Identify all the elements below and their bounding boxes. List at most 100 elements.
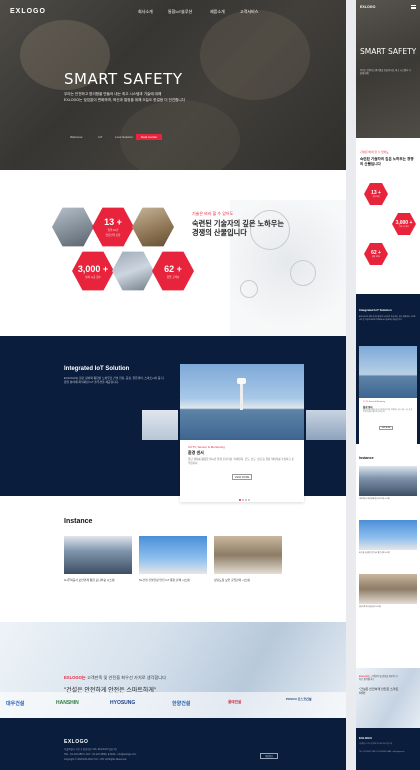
hex-photo	[112, 251, 154, 291]
mobile-partner-line1: EXLOGO는 고객만족 및 안전을 최우선 가치로 생각합니다	[359, 676, 399, 682]
hamburger-menu-icon[interactable]	[411, 5, 416, 10]
hex-stat-years: 13 + 업력 10년 전문인력 보유	[92, 207, 134, 247]
iot-description: EXLOGO는 첨단 장비와 통합된 노하우로 건설 현장, 공장, 물류센터,…	[64, 376, 164, 385]
stat-label: 업력 10년	[372, 197, 380, 198]
slider-dot[interactable]	[241, 499, 244, 501]
tech-circle-graphic	[240, 280, 258, 298]
mobile-hex-stat: 3,000 + 설치 시공 횟수	[392, 212, 416, 236]
partner-logo-hanyang: 한양건설	[172, 701, 191, 707]
instance-image	[214, 536, 282, 574]
card-description: 첨단 센서를 활용한 실시간 환경 모니터링. 미세먼지, 온도, 습도, 소음…	[188, 458, 295, 465]
about-title: 숙련된 기술자의 깊은 노하우는 경쟁의 산물입니다	[192, 219, 284, 238]
privacy-button[interactable]: 개인정보	[260, 753, 278, 759]
partner-line1-text: 고객만족 및 안전을 최우선 가치로 생각합니다	[85, 675, 166, 680]
mobile-instance-image[interactable]	[359, 520, 417, 550]
mobile-hero	[356, 0, 420, 138]
card-title: 환경 센서	[188, 450, 204, 455]
hero-section: EXLOGO 회사소개 통합IoT솔루션 제품소개 고객서비스 SMART SA…	[0, 0, 346, 170]
hero-tab-datacenter[interactable]: Data Center	[136, 134, 163, 140]
card-kicker: CCTV, Sensor & Monitoring	[188, 445, 225, 449]
mobile-footer-contact: TEL : 02-123-4567 | FAX : 02-123-4568 | …	[359, 752, 405, 753]
instance-title: Instance	[64, 518, 93, 525]
desktop-preview: EXLOGO 회사소개 통합IoT솔루션 제품소개 고객서비스 SMART SA…	[0, 0, 346, 770]
stat-value: 13 +	[104, 217, 122, 227]
iot-next-slide-image[interactable]	[306, 410, 346, 440]
mobile-instance-caption: SL건설 신설현장 안전 IoT 통합 관제 시스템	[359, 552, 390, 554]
hex-photo	[52, 207, 94, 247]
partner-brand: EXLOGO는	[359, 676, 371, 678]
mobile-iot-description: EXLOGO는 첨단 장비와 통합된 노하우로 건설 현장, 공장, 물류센터,…	[359, 316, 416, 321]
mobile-instance-image[interactable]	[359, 466, 417, 496]
hero-subtitle-line2: EXLOGO는 끊임없이 변화하며, 혁신과 열정을 위해 오늘도 한걸음 더 …	[64, 98, 186, 102]
mobile-about-kicker: 기술은 바라 할 수 있어도	[360, 150, 389, 154]
hero-title: SMART SAFETY	[64, 70, 183, 88]
stat-label: 업력 10년	[107, 229, 119, 232]
nav-item-service[interactable]: 고객서비스	[240, 9, 258, 15]
site-logo[interactable]: EXLOGO	[10, 8, 46, 15]
instance-caption: SL건설 신설현장 안전 IoT 통합 관제 시스템	[139, 578, 190, 582]
iot-slide-image	[180, 364, 304, 440]
site-footer	[0, 718, 346, 770]
instance-card[interactable]: 정남도청 보안 출입관리 시스템	[214, 536, 282, 583]
mobile-footer	[356, 728, 420, 770]
partner-logo-hyosung: HYOSUNG	[110, 700, 136, 706]
iot-prev-slide-image[interactable]	[142, 410, 178, 440]
instance-caption: LH주택공사 보안관제 통합 모니터링 시스템	[64, 578, 115, 582]
partner-logo-strip: 대우건설 HANSHIN HYOSUNG 한양건설 롯데건설 POSCO 포스코…	[0, 692, 346, 718]
mobile-hex-stat: 62 + 협업 고객사	[364, 242, 388, 266]
stat-label: 설치 시공 횟수	[399, 227, 409, 228]
hex-photo	[132, 207, 174, 247]
stat-label: 전문인력 보유	[105, 234, 121, 237]
instance-image	[139, 536, 207, 574]
partner-logo-posco: POSCO 포스코건설	[286, 697, 312, 701]
mobile-logo[interactable]: EXLOGO	[360, 5, 375, 9]
hex-stat-installs: 3,000 + 설치 시공 횟수	[72, 251, 114, 291]
instance-image	[64, 536, 132, 574]
instance-card[interactable]: SL건설 신설현장 안전 IoT 통합 관제 시스템	[139, 536, 207, 583]
mobile-footer-logo: EXLOGO	[359, 736, 372, 740]
mobile-preview: EXLOGO SMART SAFETY 우리는 안전하고 편리함을 만들어 내는…	[356, 0, 420, 770]
slider-dot[interactable]	[248, 499, 251, 501]
partner-logo-daewoo: 대우건설	[6, 701, 25, 707]
slider-dot[interactable]	[244, 499, 247, 501]
about-section: 13 + 업력 10년 전문인력 보유 3,000 + 설치 시공 횟수 62 …	[0, 170, 346, 336]
nav-item-company[interactable]: 회사소개	[138, 9, 153, 15]
card-kicker: CCTV, Sensor & Monitoring	[363, 401, 386, 403]
card-description: 첨단 센서를 활용한 실시간 환경 모니터링. 미세먼지, 온도, 습도, 소음…	[363, 410, 413, 414]
nav-item-products[interactable]: 제품소개	[210, 9, 225, 15]
nav-item-iot[interactable]: 통합IoT솔루션	[168, 9, 192, 15]
view-more-button[interactable]: VIEW MORE	[232, 474, 252, 480]
mobile-iot-card: CCTV, Sensor & Monitoring 환경 센서 첨단 센서를 활…	[359, 398, 417, 444]
instance-card[interactable]: LH주택공사 보안관제 통합 모니터링 시스템	[64, 536, 132, 583]
instance-caption: 정남도청 보안 출입관리 시스템	[214, 578, 250, 582]
mobile-footer-address: 서울특별시 서초구 강남대로 123, EXLOGO 빌딩 4층	[359, 744, 393, 745]
card-title: 환경 센서	[363, 406, 373, 409]
hero-tab-iot[interactable]: IoT	[98, 135, 102, 139]
mobile-instance-title: Instance	[359, 456, 374, 460]
lighthouse-sensor	[237, 378, 246, 384]
hero-subtitle-line1: 우리는 안전하고 편리함을 만들어 내는 최고 시스템과 기술에 대해	[64, 92, 162, 96]
footer-copyright: Copyright © 2020 EXLOGO CO., LTD. All Ri…	[64, 758, 127, 761]
mobile-instance-caption: 정남도청 보안 출입관리 시스템	[359, 606, 381, 608]
hex-stat-clients: 62 + 협업 고객사	[152, 251, 194, 291]
iot-title: Integrated IoT Solution	[64, 366, 130, 372]
partner-line1: EXLOGO는 고객만족 및 안전을 최우선 가치로 생각합니다	[64, 675, 166, 681]
mobile-partner-slogan: "건설은 안전하게 안전은 스마트하게"	[359, 687, 399, 695]
mobile-instance-image[interactable]	[359, 574, 417, 604]
footer-address: 서울특별시 서초구 강남대로 123, EXLOGO 빌딩 4층	[64, 748, 118, 751]
lighthouse-pole	[240, 382, 243, 410]
mobile-hex-stat: 13 + 업력 10년	[364, 182, 388, 206]
slider-pagination	[238, 488, 251, 506]
hero-tab-welcome[interactable]: Welcome	[70, 135, 82, 139]
mobile-instance-caption: LH주택공사 보안관제 통합 모니터링 시스템	[359, 498, 390, 500]
footer-contact: TEL : 02-123-4567 | FAX : 02-123-4568 | …	[64, 753, 137, 756]
partner-logo-hanshin: HANSHIN	[56, 700, 79, 706]
stat-label: 설치 시공 횟수	[85, 275, 101, 279]
hero-tab-loss[interactable]: Loss Solution	[115, 135, 133, 139]
mobile-hero-title: SMART SAFETY	[360, 47, 417, 56]
slider-dot[interactable]	[238, 499, 241, 501]
mobile-iot-image	[359, 346, 417, 398]
mobile-about-title: 숙련된 기술자의 깊은 노하우는 경쟁의 산물입니다	[360, 157, 414, 166]
view-more-button[interactable]: VIEW MORE	[379, 426, 393, 430]
stat-label: 협업 고객사	[372, 257, 380, 258]
